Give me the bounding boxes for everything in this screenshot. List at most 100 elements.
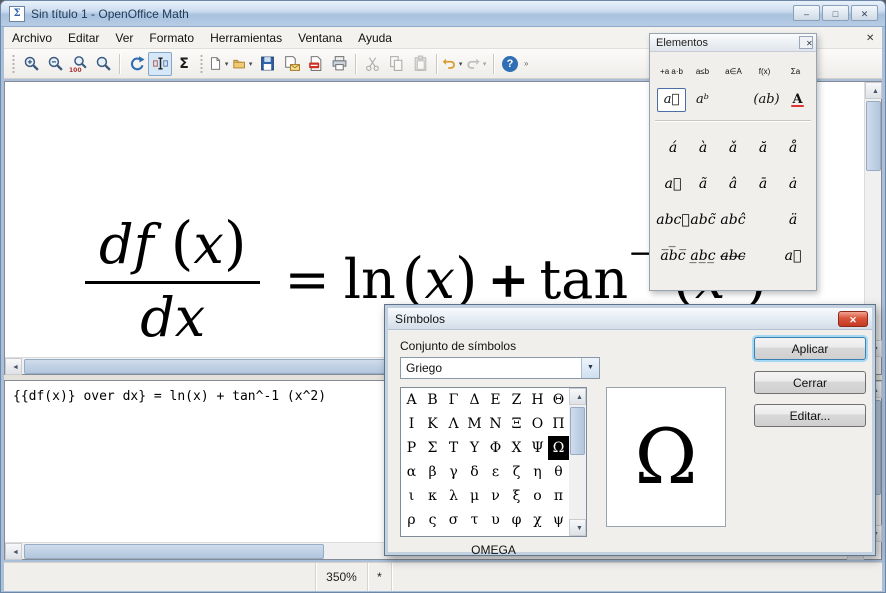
symbol-cell[interactable]: σ xyxy=(443,508,464,532)
scroll-down-icon[interactable]: ▼ xyxy=(569,519,586,536)
symbol-cell[interactable]: Ε xyxy=(485,388,506,412)
attribute-button[interactable]: a⃛ xyxy=(778,238,808,274)
maximize-button[interactable]: □ xyxy=(822,5,849,21)
symbol-cell[interactable]: Ο xyxy=(527,412,548,436)
zoom-out-button[interactable] xyxy=(43,52,67,76)
apply-button[interactable]: Aplicar xyxy=(754,337,866,360)
menu-item[interactable]: Editar xyxy=(60,28,107,48)
menu-item[interactable]: Archivo xyxy=(4,28,60,48)
status-zoom[interactable]: 350% xyxy=(316,563,368,591)
attribute-button[interactable]: a̅b̅c̅ xyxy=(658,238,688,274)
symbol-cell[interactable]: β xyxy=(422,460,443,484)
zoom-100-button[interactable]: 100 xyxy=(67,52,91,76)
symbol-cell[interactable]: δ xyxy=(464,460,485,484)
symbol-cell[interactable]: Κ xyxy=(422,412,443,436)
symbol-cell[interactable]: ζ xyxy=(506,460,527,484)
symbols-catalog-button[interactable]: Σ xyxy=(172,52,196,76)
chevron-down-icon[interactable]: ▾ xyxy=(457,60,464,68)
attribute-button[interactable]: abc̃ xyxy=(688,202,718,238)
symbol-cell[interactable]: Ζ xyxy=(506,388,527,412)
menu-item[interactable]: Ver xyxy=(107,28,141,48)
minimize-button[interactable]: – xyxy=(793,5,820,21)
scroll-up-icon[interactable]: ▲ xyxy=(569,388,586,405)
symbol-cell[interactable]: κ xyxy=(422,484,443,508)
symbol-cell[interactable]: Ρ xyxy=(401,436,422,460)
element-category-button[interactable]: aᵇ xyxy=(688,88,717,112)
scrollbar-thumb[interactable] xyxy=(866,101,881,171)
close-button[interactable]: ✕ xyxy=(851,5,878,21)
scrollbar-thumb[interactable] xyxy=(24,544,324,559)
symbol-cell[interactable]: Ι xyxy=(401,412,422,436)
title-bar[interactable]: Σ Sin título 1 - OpenOffice Math – □ ✕ xyxy=(1,1,885,27)
symbol-cell[interactable]: γ xyxy=(443,460,464,484)
symbol-cell[interactable]: ξ xyxy=(506,484,527,508)
undo-button[interactable]: ▾ xyxy=(441,52,465,76)
symbol-cell[interactable]: Η xyxy=(527,388,548,412)
cut-button[interactable] xyxy=(360,52,384,76)
chevron-down-icon[interactable]: ▾ xyxy=(247,60,254,68)
attribute-button[interactable]: ă xyxy=(748,130,778,166)
symbol-cell[interactable]: ν xyxy=(485,484,506,508)
symbol-cell[interactable]: Λ xyxy=(443,412,464,436)
attribute-button[interactable]: ȧ xyxy=(778,166,808,202)
edit-button[interactable]: Editar... xyxy=(754,404,866,427)
attribute-button[interactable]: á xyxy=(658,130,688,166)
element-category-button[interactable]: +a a·b xyxy=(657,60,686,84)
save-button[interactable] xyxy=(255,52,279,76)
element-category-button[interactable]: a∈A xyxy=(719,60,748,84)
symbol-cell[interactable]: Υ xyxy=(464,436,485,460)
zoom-in-button[interactable] xyxy=(19,52,43,76)
symbol-cell[interactable]: Ψ xyxy=(527,436,548,460)
update-view-button[interactable] xyxy=(124,52,148,76)
menu-item[interactable]: Formato xyxy=(141,28,202,48)
symbol-cell[interactable]: ε xyxy=(485,460,506,484)
document-close-icon[interactable]: ✕ xyxy=(860,30,877,46)
attribute-button[interactable]: a̶b̶c̶ xyxy=(718,238,748,274)
symbol-cell[interactable]: η xyxy=(527,460,548,484)
symbol-cell[interactable]: Χ xyxy=(506,436,527,460)
print-button[interactable] xyxy=(327,52,351,76)
attribute-button[interactable]: å xyxy=(778,130,808,166)
help-button[interactable]: ? xyxy=(498,52,522,76)
symbol-cell[interactable]: τ xyxy=(464,508,485,532)
attribute-button[interactable]: â xyxy=(718,166,748,202)
symbol-cell[interactable]: Σ xyxy=(422,436,443,460)
symbol-cell[interactable]: φ xyxy=(506,508,527,532)
document-as-email-button[interactable] xyxy=(279,52,303,76)
paste-button[interactable] xyxy=(408,52,432,76)
element-category-button[interactable]: a≤b xyxy=(688,60,717,84)
menu-item[interactable]: Herramientas xyxy=(202,28,290,48)
scroll-left-icon[interactable]: ◄ xyxy=(5,358,22,375)
close-dialog-button[interactable]: Cerrar xyxy=(754,371,866,394)
symbol-cell[interactable]: ρ xyxy=(401,508,422,532)
symbol-cell[interactable]: Μ xyxy=(464,412,485,436)
symbol-cell[interactable]: ο xyxy=(527,484,548,508)
element-category-button[interactable]: A xyxy=(783,88,812,112)
elements-panel-titlebar[interactable]: Elementos xyxy=(650,34,816,52)
export-pdf-button[interactable] xyxy=(303,52,327,76)
chevron-down-icon[interactable]: ▾ xyxy=(223,60,230,68)
symbol-cell[interactable]: Α xyxy=(401,388,422,412)
symbol-cell[interactable]: Θ xyxy=(548,388,569,412)
menu-item[interactable]: Ventana xyxy=(290,28,350,48)
symbol-cell[interactable]: υ xyxy=(485,508,506,532)
symbol-set-combobox[interactable]: Griego ▼ xyxy=(400,357,600,379)
attribute-button[interactable]: a⃗ xyxy=(658,166,688,202)
element-category-button[interactable]: (ab) xyxy=(752,88,781,112)
symbol-cell[interactable]: π xyxy=(548,484,569,508)
toolbar-handle[interactable] xyxy=(199,54,204,74)
scroll-up-icon[interactable]: ▲ xyxy=(865,82,882,99)
symbol-cell[interactable]: Ξ xyxy=(506,412,527,436)
element-category-button[interactable]: Σa xyxy=(781,60,810,84)
scroll-left-icon[interactable]: ◄ xyxy=(5,543,22,560)
symbol-cell[interactable]: μ xyxy=(464,484,485,508)
symbol-cell[interactable]: Β xyxy=(422,388,443,412)
toolbar-handle[interactable] xyxy=(11,54,16,74)
zoom-button[interactable] xyxy=(91,52,115,76)
attribute-button[interactable]: a̲b̲c̲ xyxy=(688,238,718,274)
symbol-cell[interactable]: Φ xyxy=(485,436,506,460)
attribute-button[interactable]: ā xyxy=(748,166,778,202)
copy-button[interactable] xyxy=(384,52,408,76)
chevron-down-icon[interactable]: ▾ xyxy=(481,60,488,68)
new-document-button[interactable]: ▾ xyxy=(207,52,231,76)
